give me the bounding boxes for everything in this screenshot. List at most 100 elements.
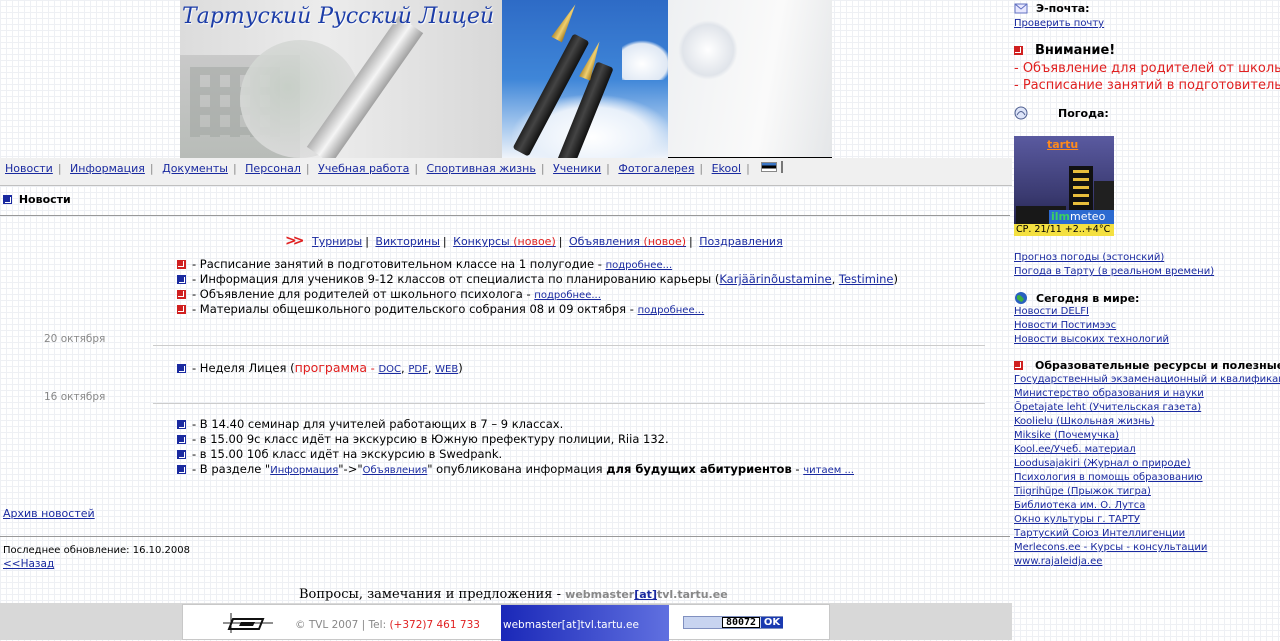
separator: ,: [831, 272, 839, 286]
new-badge: (новое): [643, 235, 687, 248]
back-link[interactable]: <<Назад: [3, 558, 54, 570]
career-link[interactable]: Karjäärinõustamine: [719, 272, 831, 286]
world-link[interactable]: Новости DELFI: [1014, 306, 1089, 317]
edu-link[interactable]: Окно культуры г. ТАРТУ: [1014, 514, 1140, 525]
section-title: Новости: [18, 193, 71, 206]
news-text: - В 14.40 семинар для учителей работающи…: [192, 417, 564, 431]
edu-link[interactable]: Miksike (Почемучка): [1014, 430, 1119, 441]
cat-announcements[interactable]: Объявления (новое): [569, 235, 686, 248]
banner-building-image: Тартуский Русский Лицей: [180, 0, 502, 158]
world-link[interactable]: Новости высоких технологий: [1014, 334, 1169, 345]
news-text: - в 15.00 10б класс идёт на экскурсию в …: [192, 447, 503, 461]
more-link[interactable]: подробнее...: [606, 260, 673, 271]
bullet-arrow-icon: [177, 260, 186, 269]
copyright-text: © TVL 2007 | Tel:: [295, 619, 390, 631]
edu-link[interactable]: Государственный экзаменационный и квалиф…: [1014, 374, 1280, 385]
estonian-flag-icon[interactable]: [761, 162, 778, 172]
new-badge: (новое): [513, 235, 556, 248]
news-date: 20 октября: [44, 333, 106, 345]
info-link[interactable]: Информация: [270, 465, 338, 476]
cat-contests[interactable]: Конкурсы (новое): [453, 235, 556, 248]
webmaster-email[interactable]: webmaster[at]tvl.tartu.ee: [565, 588, 728, 601]
right-sidebar: Э-почта: Проверить почту Внимание! - Объ…: [1012, 0, 1280, 640]
news-text: - Объявление для родителей от школьного …: [192, 287, 535, 301]
nav-staff[interactable]: Персонал: [245, 162, 301, 175]
attention-heading: Внимание!: [1014, 43, 1115, 58]
divider: [0, 215, 1010, 216]
bullet-arrow-icon: [177, 290, 186, 299]
news-item: - В разделе "Информация"->"Объявления" о…: [177, 462, 854, 477]
cat-greetings[interactable]: Поздравления: [699, 235, 782, 248]
news-item: - в 15.00 10б класс идёт на экскурсию в …: [177, 447, 854, 462]
dash: -: [791, 462, 804, 476]
counter-ok: OK: [761, 617, 783, 628]
weather-link[interactable]: Прогноз погоды (эстонский): [1014, 252, 1164, 263]
announcements-link[interactable]: Объявления: [363, 465, 428, 476]
weather-link[interactable]: Погода в Тарту (в реальном времени): [1014, 266, 1214, 277]
nav-students[interactable]: Ученики: [553, 162, 601, 175]
edu-link[interactable]: Tiigrihüpe (Прыжок тигра): [1014, 486, 1151, 497]
email-heading: Э-почта:: [1014, 1, 1090, 15]
weather-brand: ilmmeteo: [1049, 210, 1114, 224]
testing-link[interactable]: Testimine: [839, 272, 894, 286]
footer-email[interactable]: webmaster[at]tvl.tartu.ee: [501, 605, 669, 641]
edu-link[interactable]: Библиотека им. О. Лутса: [1014, 500, 1145, 511]
weather-icon: [1014, 106, 1028, 120]
nav-ekool[interactable]: Ekool: [712, 162, 741, 175]
nav-news[interactable]: Новости: [5, 162, 53, 175]
attention-item[interactable]: - Объявление для родителей от школьного …: [1014, 61, 1280, 76]
edu-link[interactable]: Тартуский Союз Интеллигенции: [1014, 528, 1185, 539]
doc-link[interactable]: DOC: [378, 364, 401, 375]
cat-tours[interactable]: Турниры: [312, 235, 362, 248]
edu-link[interactable]: Министерство образования и науки: [1014, 388, 1204, 399]
nav-sports[interactable]: Спортивная жизнь: [427, 162, 536, 175]
nav-study[interactable]: Учебная работа: [318, 162, 409, 175]
weather-widget[interactable]: tartu ilmmeteo СР. 21/11 +2..+4°C: [1014, 136, 1114, 236]
brand-b: meteo: [1070, 210, 1106, 223]
news-item: - Информация для учеников 9-12 классов о…: [177, 272, 898, 287]
edu-link[interactable]: Õpetajate leht (Учительская газета): [1014, 402, 1201, 413]
edu-link[interactable]: Психология в помощь образованию: [1014, 472, 1203, 483]
cat-announcements-label: Объявления: [568, 235, 641, 248]
banner-dove-image: [668, 0, 832, 158]
attention-item[interactable]: - Расписание занятий в подготовительном …: [1014, 78, 1280, 93]
edu-link[interactable]: www.rajaleidja.ee: [1014, 556, 1102, 567]
bullet-arrow-icon: [1014, 46, 1023, 55]
news-item: - Материалы общешкольного родительского …: [177, 302, 898, 317]
tvl-logo-icon: [223, 613, 273, 633]
news-list-top: - Расписание занятий в подготовительном …: [177, 257, 898, 317]
edu-link[interactable]: Koolielu (Школьная жизнь): [1014, 416, 1154, 427]
globe-icon: [1015, 292, 1027, 304]
news-item: - В 14.40 семинар для учителей работающи…: [177, 417, 854, 432]
cat-quizzes[interactable]: Викторины: [375, 235, 440, 248]
web-link[interactable]: WEB: [435, 364, 458, 375]
news-text: - В разделе ": [192, 462, 271, 476]
news-item: - Объявление для родителей от школьного …: [177, 287, 898, 302]
bullet-arrow-icon: [177, 275, 186, 284]
edu-link[interactable]: Merlecons.ee - Курсы - консультации: [1014, 542, 1207, 553]
pdf-link[interactable]: PDF: [408, 364, 427, 375]
divider: [0, 536, 1010, 537]
nav-photo[interactable]: Фотогалерея: [618, 162, 694, 175]
bullet-arrow-icon: [177, 305, 186, 314]
news-text: - в 15.00 9с класс идёт на экскурсию в Ю…: [192, 432, 669, 446]
world-link[interactable]: Новости Постимээс: [1014, 320, 1116, 331]
mail-icon: [1014, 3, 1028, 14]
news-item: - в 15.00 9с класс идёт на экскурсию в Ю…: [177, 432, 854, 447]
more-link[interactable]: подробнее...: [638, 305, 705, 316]
phone: (+372)7 461 733: [389, 619, 480, 631]
news-text: - Информация для учеников 9-12 классов о…: [192, 272, 720, 286]
check-mail-link[interactable]: Проверить почту: [1014, 18, 1104, 29]
more-link[interactable]: подробнее...: [534, 290, 601, 301]
nav-info[interactable]: Информация: [70, 162, 145, 175]
read-more-link[interactable]: читаем ...: [803, 465, 854, 476]
archive-link[interactable]: Архив новостей: [3, 507, 95, 520]
nav-documents[interactable]: Документы: [162, 162, 228, 175]
counter-value: 80072: [722, 617, 760, 628]
section-heading: Новости: [3, 193, 71, 206]
edu-link[interactable]: Loodusajakiri (Журнал о природе): [1014, 458, 1191, 469]
edu-link[interactable]: Kool.ee/Учеб. материал: [1014, 444, 1136, 455]
news-text: - Расписание занятий в подготовительном …: [192, 257, 606, 271]
bullet-arrow-icon: [177, 450, 186, 459]
news-list-20: - Неделя Лицея (программа - DOC, PDF, WE…: [177, 360, 463, 375]
